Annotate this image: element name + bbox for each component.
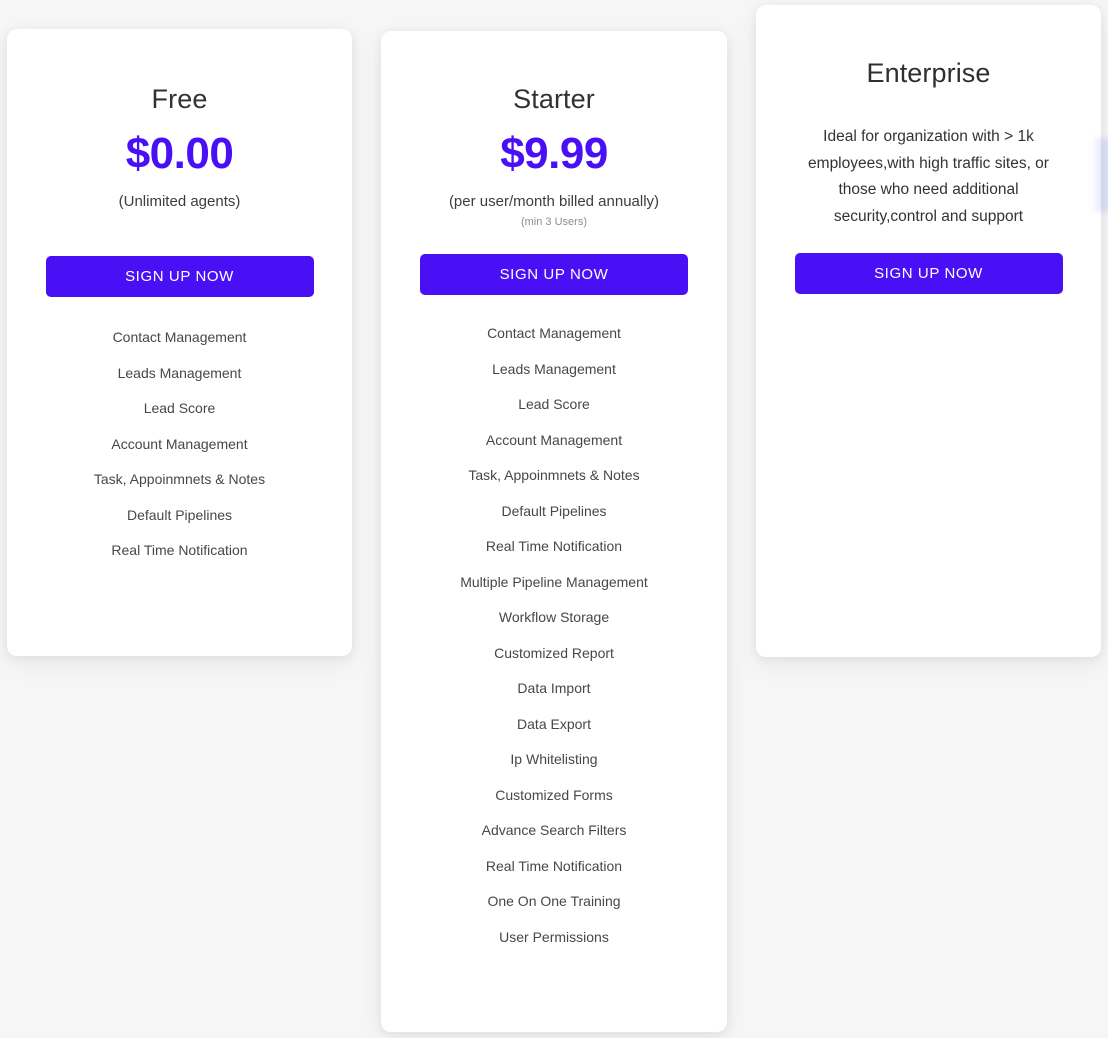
feature-item: Customized Report — [494, 644, 614, 661]
feature-item: Default Pipelines — [126, 506, 233, 523]
signup-button-starter[interactable]: SIGN UP NOW — [420, 254, 688, 295]
plan-title-enterprise: Enterprise — [866, 58, 991, 88]
plan-description-enterprise: Ideal for organization with > 1k employe… — [808, 128, 1049, 225]
feature-item: Ip Whitelisting — [510, 751, 598, 767]
plan-title-starter: Starter — [513, 84, 595, 114]
feature-item: One On One Training — [487, 893, 621, 909]
signup-button-free[interactable]: SIGN UP NOW — [45, 256, 314, 297]
feature-item: Customized Forms — [495, 786, 613, 803]
feature-item: User Permissions — [499, 928, 609, 945]
plan-note-free: (Unlimited agents) — [118, 192, 241, 210]
feature-item: Lead Score — [518, 396, 590, 412]
pricing-plans-container: Free $0.00 (Unlimited agents) SIGN UP NO… — [0, 0, 1108, 1038]
feature-item: Real Time Notification — [111, 542, 248, 558]
feature-item: Data Export — [517, 715, 591, 732]
feature-item: Lead Score — [143, 400, 216, 416]
feature-item: Default Pipelines — [501, 502, 607, 519]
feature-item: Real Time Notification — [485, 857, 623, 874]
feature-item: Task, Appoinmnets & Notes — [93, 471, 266, 487]
pricing-card-free: Free $0.00 (Unlimited agents) SIGN UP NO… — [7, 29, 352, 656]
pricing-card-enterprise: Enterprise Ideal for organization with >… — [756, 5, 1101, 657]
pricing-card-starter: Starter $9.99 (per user/month billed ann… — [381, 31, 727, 1032]
feature-item: Account Management — [485, 431, 623, 448]
plan-price-free: $0.00 — [125, 129, 234, 179]
feature-item: Leads Management — [492, 360, 616, 377]
feature-item: Workflow Storage — [498, 609, 610, 625]
plan-price-starter: $9.99 — [500, 129, 608, 179]
feature-item: Contact Management — [487, 325, 621, 341]
feature-item: Multiple Pipeline Management — [460, 573, 648, 590]
feature-item: Leads Management — [117, 364, 242, 381]
feature-item: Contact Management — [112, 329, 247, 345]
feature-item: Account Management — [111, 435, 248, 452]
feature-item: Task, Appoinmnets & Notes — [468, 467, 640, 483]
feature-item: Advance Search Filters — [481, 822, 627, 838]
feature-item: Real Time Notification — [485, 538, 623, 554]
plan-subnote-starter: (min 3 Users) — [520, 216, 587, 229]
plan-note-starter: (per user/month billed annually) — [448, 192, 660, 210]
plan-title-free: Free — [151, 84, 208, 114]
feature-list-free: Contact Management Leads Management Lead… — [7, 329, 352, 578]
signup-button-enterprise[interactable]: SIGN UP NOW — [794, 253, 1063, 294]
feature-item: Data Import — [517, 680, 591, 696]
feature-list-starter: Contact Management Leads Management Lead… — [381, 325, 727, 964]
